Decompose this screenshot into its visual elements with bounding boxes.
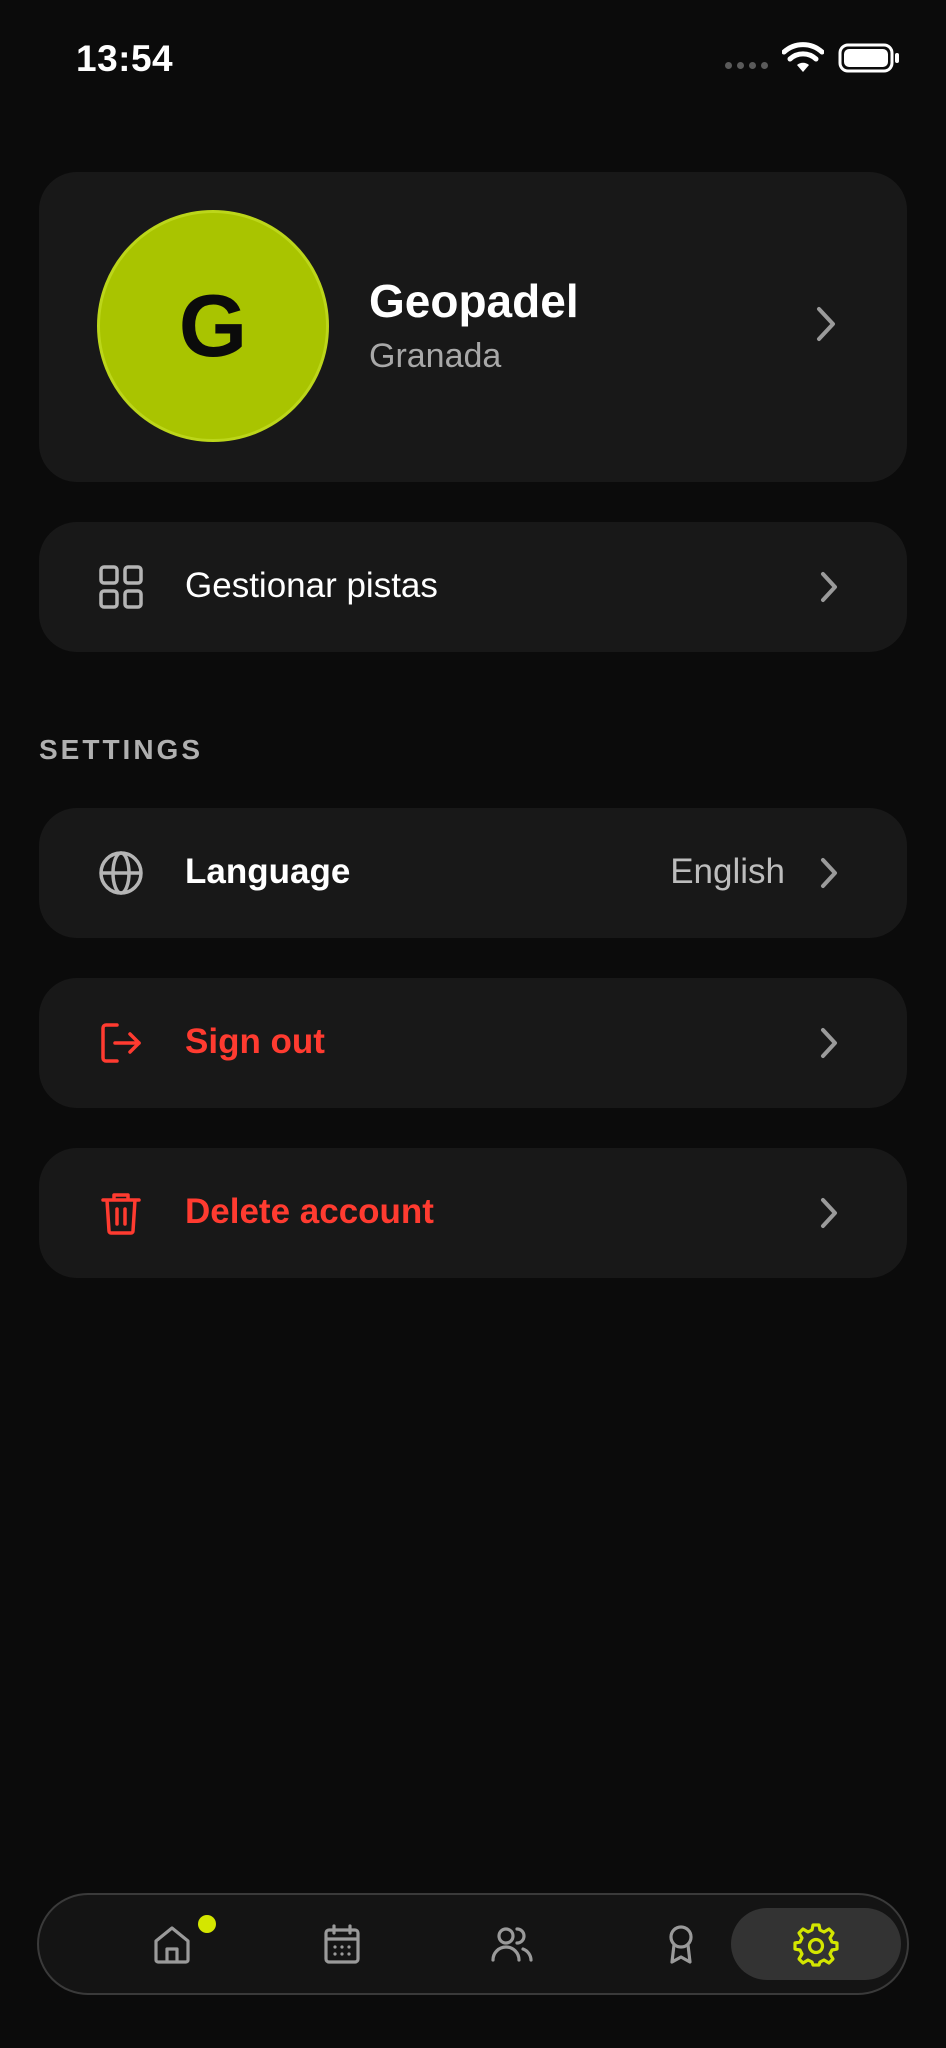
- chevron-right-icon: [817, 307, 835, 341]
- delete-account-row[interactable]: Delete account: [39, 1148, 907, 1278]
- wifi-icon: [782, 42, 824, 72]
- language-value: English: [670, 852, 785, 891]
- tab-calendar[interactable]: [257, 1895, 427, 1993]
- language-row[interactable]: Language English: [39, 808, 907, 938]
- trash-icon: [101, 1193, 141, 1235]
- users-icon: [491, 1927, 533, 1962]
- grid-icon: [99, 565, 143, 609]
- home-icon: [154, 1926, 190, 1964]
- settings-section-header: SETTINGS: [39, 734, 204, 765]
- manage-courts-label: Gestionar pistas: [185, 566, 438, 605]
- chevron-right-icon: [821, 858, 837, 888]
- profile-city: Granada: [369, 337, 502, 375]
- calendar-icon: [324, 1924, 360, 1964]
- profile-name: Geopadel: [369, 275, 579, 327]
- language-label: Language: [185, 852, 351, 891]
- signal-icon: [725, 61, 768, 69]
- gear-icon: [793, 1923, 839, 1967]
- delete-account-label: Delete account: [185, 1192, 434, 1231]
- notification-dot: [198, 1915, 216, 1933]
- tab-users[interactable]: [427, 1895, 597, 1993]
- chevron-right-icon: [821, 1028, 837, 1058]
- sign-out-label: Sign out: [185, 1022, 325, 1061]
- profile-card[interactable]: G Geopadel Granada: [39, 172, 907, 482]
- avatar-initial: G: [178, 276, 248, 375]
- tab-bar: [37, 1893, 909, 1995]
- chevron-right-icon: [821, 1198, 837, 1228]
- globe-icon: [99, 851, 143, 895]
- avatar: G: [97, 210, 329, 442]
- battery-icon: [838, 43, 899, 73]
- status-icons: [725, 42, 900, 74]
- tab-settings[interactable]: [731, 1908, 901, 1980]
- sign-out-row[interactable]: Sign out: [39, 978, 907, 1108]
- tab-home[interactable]: [87, 1895, 257, 1993]
- status-time: 13:54: [76, 38, 174, 79]
- log-out-icon: [101, 1023, 141, 1063]
- award-icon: [669, 1925, 693, 1964]
- chevron-right-icon: [821, 572, 837, 602]
- settings-screen: 13:54 G Geopadel Granada Gestionar pista…: [0, 0, 946, 2048]
- manage-courts-row[interactable]: Gestionar pistas: [39, 522, 907, 652]
